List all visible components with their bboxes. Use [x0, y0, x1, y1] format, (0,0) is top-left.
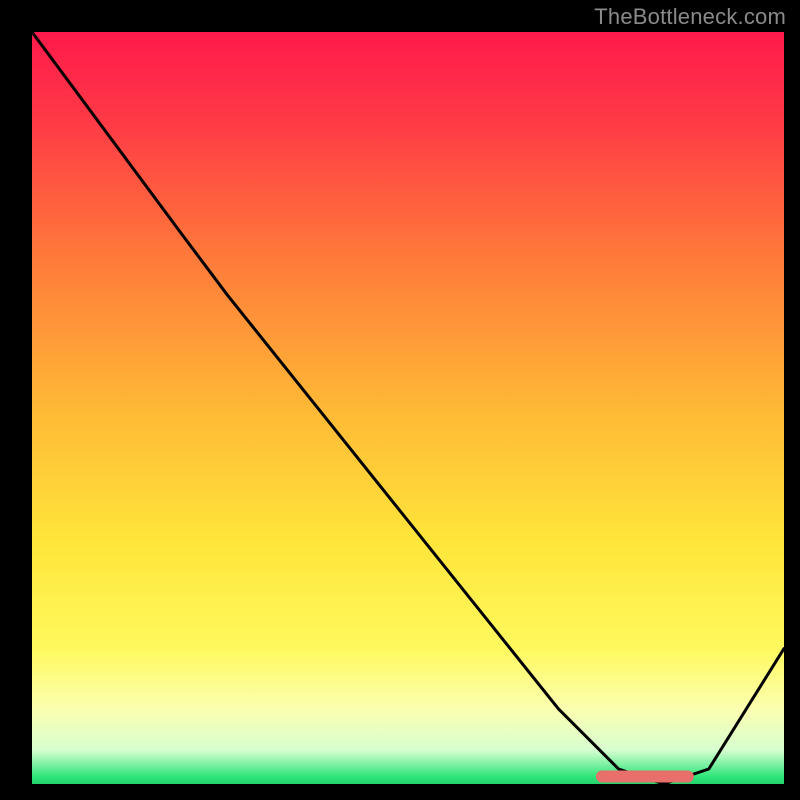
gradient-background — [32, 32, 784, 784]
watermark-text: TheBottleneck.com — [594, 4, 786, 30]
plot-area — [32, 32, 784, 784]
chart-svg — [32, 32, 784, 784]
sweet-spot-marker — [596, 771, 694, 783]
chart-container: TheBottleneck.com — [0, 0, 800, 800]
